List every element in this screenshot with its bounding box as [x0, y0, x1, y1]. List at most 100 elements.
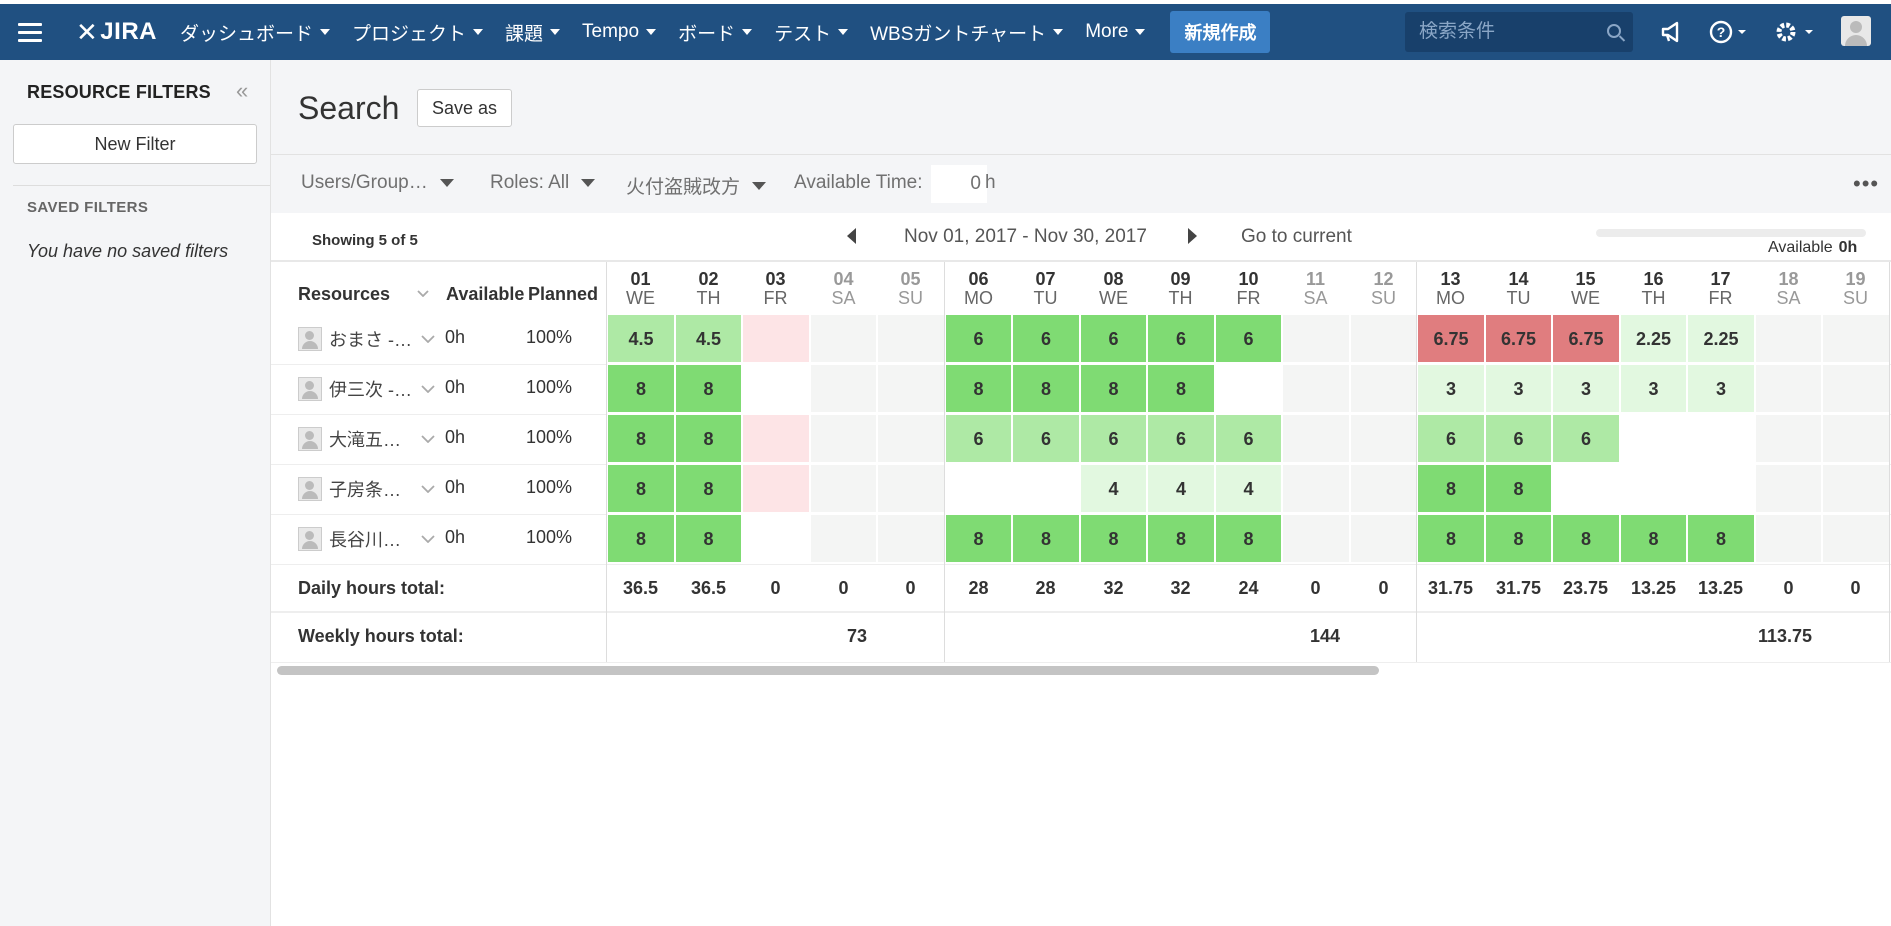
- allocation-cell[interactable]: 6: [1080, 314, 1147, 363]
- nav-issues[interactable]: 課題: [505, 19, 561, 46]
- allocation-cell[interactable]: 3: [1485, 364, 1552, 413]
- allocation-cell[interactable]: 6: [1552, 414, 1620, 463]
- allocation-cell[interactable]: 6: [1147, 414, 1215, 463]
- allocation-cell[interactable]: 8: [1012, 514, 1080, 563]
- expand-chevron-icon[interactable]: [421, 485, 435, 493]
- allocation-cell[interactable]: 3: [1552, 364, 1620, 413]
- allocation-cell[interactable]: 8: [607, 514, 675, 563]
- allocation-cell[interactable]: [877, 464, 945, 513]
- expand-chevron-icon[interactable]: [421, 435, 435, 443]
- allocation-cell[interactable]: 8: [1080, 364, 1147, 413]
- allocation-cell[interactable]: 8: [1485, 514, 1552, 563]
- allocation-cell[interactable]: [1282, 314, 1350, 363]
- allocation-cell[interactable]: 8: [675, 514, 742, 563]
- allocation-cell[interactable]: 3: [1417, 364, 1485, 413]
- allocation-cell[interactable]: [810, 414, 877, 463]
- resource-user[interactable]: 大滝五…: [298, 414, 435, 464]
- horizontal-scrollbar[interactable]: [277, 666, 1379, 675]
- collapse-sidebar-icon[interactable]: «: [236, 78, 248, 104]
- allocation-cell[interactable]: 6: [1417, 414, 1485, 463]
- nav-tests[interactable]: テスト: [774, 19, 849, 46]
- allocation-cell[interactable]: 8: [1215, 514, 1282, 563]
- allocation-cell[interactable]: [1282, 464, 1350, 513]
- resource-user[interactable]: 長谷川…: [298, 514, 435, 564]
- resource-user[interactable]: 子房条…: [298, 464, 435, 514]
- expand-chevron-icon[interactable]: [421, 385, 435, 393]
- allocation-cell[interactable]: [877, 314, 945, 363]
- save-as-button[interactable]: Save as: [417, 89, 513, 127]
- allocation-cell[interactable]: 8: [607, 364, 675, 413]
- users-group-filter[interactable]: Users/Group…: [301, 172, 454, 194]
- allocation-cell[interactable]: 8: [607, 464, 675, 513]
- allocation-cell[interactable]: [1350, 514, 1417, 563]
- allocation-cell[interactable]: [742, 514, 810, 563]
- allocation-cell[interactable]: [1350, 414, 1417, 463]
- allocation-cell[interactable]: 6: [1485, 414, 1552, 463]
- more-options-icon[interactable]: •••: [1853, 171, 1879, 197]
- resource-user[interactable]: おまさ -…: [298, 314, 435, 364]
- allocation-cell[interactable]: [877, 514, 945, 563]
- resources-header[interactable]: Resources: [298, 284, 390, 305]
- allocation-cell[interactable]: 3: [1620, 364, 1687, 413]
- allocation-cell[interactable]: 8: [1012, 364, 1080, 413]
- allocation-cell[interactable]: [1282, 514, 1350, 563]
- allocation-cell[interactable]: 8: [675, 414, 742, 463]
- gear-icon[interactable]: [1774, 16, 1818, 48]
- next-month-icon[interactable]: [1188, 228, 1197, 244]
- allocation-cell[interactable]: 4: [1147, 464, 1215, 513]
- chevron-down-icon[interactable]: [417, 290, 429, 297]
- allocation-cell[interactable]: 6: [1147, 314, 1215, 363]
- search-icon[interactable]: [1607, 24, 1621, 38]
- allocation-cell[interactable]: [1282, 414, 1350, 463]
- user-avatar[interactable]: [1841, 16, 1871, 46]
- allocation-cell[interactable]: [1822, 364, 1890, 413]
- allocation-cell[interactable]: 4: [1080, 464, 1147, 513]
- allocation-cell[interactable]: [1822, 514, 1890, 563]
- search-input[interactable]: [1405, 20, 1601, 44]
- allocation-cell[interactable]: 8: [1687, 514, 1755, 563]
- group-filter[interactable]: 火付盗賊改方: [626, 172, 767, 199]
- allocation-cell[interactable]: 8: [1080, 514, 1147, 563]
- allocation-cell[interactable]: [742, 314, 810, 363]
- allocation-cell[interactable]: [742, 364, 810, 413]
- allocation-cell[interactable]: 6: [1215, 414, 1282, 463]
- nav-boards[interactable]: ボード: [678, 19, 753, 46]
- allocation-cell[interactable]: [1755, 364, 1822, 413]
- allocation-cell[interactable]: 8: [607, 414, 675, 463]
- allocation-cell[interactable]: 6: [945, 414, 1012, 463]
- allocation-cell[interactable]: 6: [1215, 314, 1282, 363]
- allocation-cell[interactable]: 8: [675, 364, 742, 413]
- allocation-cell[interactable]: 8: [1147, 514, 1215, 563]
- jira-logo[interactable]: ✕ JIRA: [76, 17, 157, 48]
- allocation-cell[interactable]: [1282, 364, 1350, 413]
- allocation-cell[interactable]: [1215, 364, 1282, 413]
- allocation-cell[interactable]: [1822, 414, 1890, 463]
- allocation-cell[interactable]: 6.75: [1552, 314, 1620, 363]
- allocation-cell[interactable]: [1620, 464, 1687, 513]
- allocation-cell[interactable]: 8: [945, 514, 1012, 563]
- allocation-cell[interactable]: 8: [1417, 514, 1485, 563]
- allocation-cell[interactable]: 6: [1012, 314, 1080, 363]
- allocation-cell[interactable]: 8: [1147, 364, 1215, 413]
- allocation-cell[interactable]: 8: [1417, 464, 1485, 513]
- allocation-cell[interactable]: [1012, 464, 1080, 513]
- nav-projects[interactable]: プロジェクト: [352, 19, 484, 46]
- allocation-cell[interactable]: [945, 464, 1012, 513]
- allocation-cell[interactable]: [1822, 314, 1890, 363]
- new-filter-button[interactable]: New Filter: [13, 124, 257, 164]
- allocation-cell[interactable]: [877, 364, 945, 413]
- allocation-cell[interactable]: [1552, 464, 1620, 513]
- go-to-current-link[interactable]: Go to current: [1241, 226, 1352, 248]
- allocation-cell[interactable]: 4.5: [607, 314, 675, 363]
- allocation-cell[interactable]: 8: [675, 464, 742, 513]
- previous-month-icon[interactable]: [847, 228, 856, 244]
- allocation-cell[interactable]: 6.75: [1417, 314, 1485, 363]
- allocation-cell[interactable]: [877, 414, 945, 463]
- create-button[interactable]: 新規作成: [1170, 11, 1271, 53]
- allocation-cell[interactable]: 4.5: [675, 314, 742, 363]
- nav-dashboard[interactable]: ダッシュボード: [180, 19, 330, 46]
- megaphone-icon[interactable]: [1660, 16, 1686, 48]
- allocation-cell[interactable]: [1350, 464, 1417, 513]
- allocation-cell[interactable]: [1687, 464, 1755, 513]
- allocation-cell[interactable]: 8: [1552, 514, 1620, 563]
